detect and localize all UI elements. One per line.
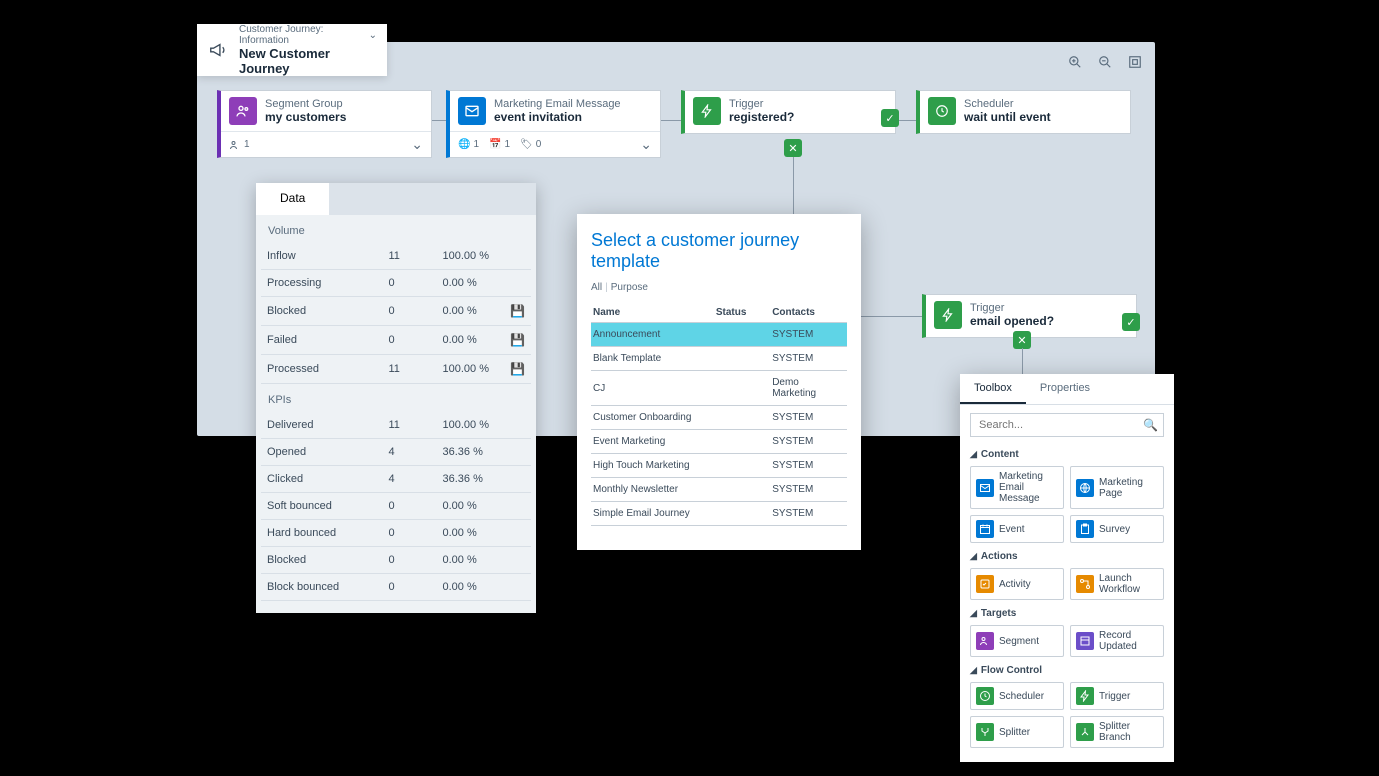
x-badge-icon: ✕ [1013, 331, 1031, 349]
toolbox-section-actions[interactable]: ◢ Actions [960, 547, 1174, 564]
workflow-icon [1076, 575, 1094, 593]
table-row[interactable]: Opened436.36 % [261, 439, 531, 466]
table-row[interactable]: Processed11100.00 %💾 [261, 355, 531, 384]
tool-splitter[interactable]: Splitter [970, 716, 1064, 748]
table-row[interactable]: Soft bounced00.00 % [261, 493, 531, 520]
modal-title: Select a customer journey template [591, 230, 847, 272]
save-icon[interactable]: 💾 [510, 362, 525, 376]
bolt-icon [693, 97, 721, 125]
template-row[interactable]: Monthly NewsletterSYSTEM [591, 478, 847, 502]
envelope-icon [458, 97, 486, 125]
x-badge-icon: ✕ [784, 139, 802, 157]
calendar-icon [976, 520, 994, 538]
template-row[interactable]: Blank TemplateSYSTEM [591, 347, 847, 371]
node-segment-group[interactable]: Segment Groupmy customers 1 [217, 90, 432, 158]
tab-toolbox[interactable]: Toolbox [960, 374, 1026, 404]
breadcrumb[interactable]: Customer Journey: Information ⌄ [239, 24, 377, 46]
check-badge-icon: ✓ [881, 109, 899, 127]
template-row[interactable]: High Touch MarketingSYSTEM [591, 454, 847, 478]
toolbox-section-targets[interactable]: ◢ Targets [960, 604, 1174, 621]
tool-marketing-email-message[interactable]: Marketing Email Message [970, 466, 1064, 509]
clock-icon [928, 97, 956, 125]
tool-survey[interactable]: Survey [1070, 515, 1164, 543]
expand-node-button[interactable] [640, 136, 652, 153]
toolbox-section-flow[interactable]: ◢ Flow Control [960, 661, 1174, 678]
volume-label: Volume [256, 215, 536, 243]
table-row[interactable]: Clicked436.36 % [261, 466, 531, 493]
template-row[interactable]: Event MarketingSYSTEM [591, 430, 847, 454]
table-row[interactable]: Processing00.00 % [261, 270, 531, 297]
template-row[interactable]: AnnouncementSYSTEM [591, 323, 847, 347]
check-badge-icon: ✓ [1122, 313, 1140, 331]
tool-splitter-branch[interactable]: Splitter Branch [1070, 716, 1164, 748]
megaphone-icon [207, 37, 231, 63]
tool-marketing-page[interactable]: Marketing Page [1070, 466, 1164, 509]
tool-record-updated[interactable]: Record Updated [1070, 625, 1164, 657]
table-row[interactable]: Blocked00.00 %💾 [261, 297, 531, 326]
zoom-out-button[interactable] [1095, 52, 1115, 72]
tool-event[interactable]: Event [970, 515, 1064, 543]
split-icon [976, 723, 994, 741]
save-icon[interactable]: 💾 [510, 333, 525, 347]
people-icon [976, 632, 994, 650]
expand-node-button[interactable] [411, 136, 423, 153]
search-icon[interactable]: 🔍 [1143, 418, 1158, 432]
table-row[interactable]: Blocked00.00 % [261, 547, 531, 574]
kpi-table: Delivered11100.00 %Opened436.36 %Clicked… [261, 412, 531, 601]
journey-header: Customer Journey: Information ⌄ New Cust… [197, 24, 387, 76]
fit-button[interactable] [1125, 52, 1145, 72]
toolbox-panel: Toolbox Properties 🔍 ◢ Content Marketing … [960, 374, 1174, 762]
kpi-label: KPIs [256, 384, 536, 412]
tool-scheduler[interactable]: Scheduler [970, 682, 1064, 710]
table-row[interactable]: Block bounced00.00 % [261, 574, 531, 601]
node-scheduler[interactable]: Schedulerwait until event [916, 90, 1131, 134]
clock-icon [976, 687, 994, 705]
node-email-message[interactable]: Marketing Email Messageevent invitation … [446, 90, 661, 158]
modal-filter[interactable]: All|Purpose [591, 282, 847, 293]
page-title: New Customer Journey [239, 46, 377, 76]
search-input[interactable] [970, 413, 1164, 437]
tool-launch-workflow[interactable]: Launch Workflow [1070, 568, 1164, 600]
table-row[interactable]: Hard bounced00.00 % [261, 520, 531, 547]
template-modal: Select a customer journey template All|P… [577, 214, 861, 550]
template-row[interactable]: Simple Email JourneySYSTEM [591, 502, 847, 526]
envelope-icon [976, 479, 994, 497]
tool-activity[interactable]: Activity [970, 568, 1064, 600]
tool-segment[interactable]: Segment [970, 625, 1064, 657]
template-row[interactable]: CJDemo Marketing [591, 371, 847, 406]
globe-icon [1076, 479, 1094, 497]
zoom-in-button[interactable] [1065, 52, 1085, 72]
tool-trigger[interactable]: Trigger [1070, 682, 1164, 710]
template-table: NameStatusContacts AnnouncementSYSTEMBla… [591, 303, 847, 526]
table-row[interactable]: Inflow11100.00 % [261, 243, 531, 270]
data-panel: Data Volume Inflow11100.00 %Processing00… [256, 183, 536, 613]
toolbox-section-content[interactable]: ◢ Content [960, 445, 1174, 462]
segment-count: 1 [229, 139, 250, 151]
volume-table: Inflow11100.00 %Processing00.00 %Blocked… [261, 243, 531, 384]
activity-icon [976, 575, 994, 593]
save-icon[interactable]: 💾 [510, 304, 525, 318]
people-icon [229, 97, 257, 125]
clipboard-icon [1076, 520, 1094, 538]
table-row[interactable]: Failed00.00 %💾 [261, 326, 531, 355]
tab-properties[interactable]: Properties [1026, 374, 1104, 404]
tab-data[interactable]: Data [256, 183, 329, 215]
template-row[interactable]: Customer OnboardingSYSTEM [591, 406, 847, 430]
branch-icon [1076, 723, 1094, 741]
bolt-icon [934, 301, 962, 329]
record-icon [1076, 632, 1094, 650]
node-trigger-registered[interactable]: Triggerregistered? ✓ [681, 90, 896, 134]
bolt-icon [1076, 687, 1094, 705]
table-row[interactable]: Delivered11100.00 % [261, 412, 531, 439]
